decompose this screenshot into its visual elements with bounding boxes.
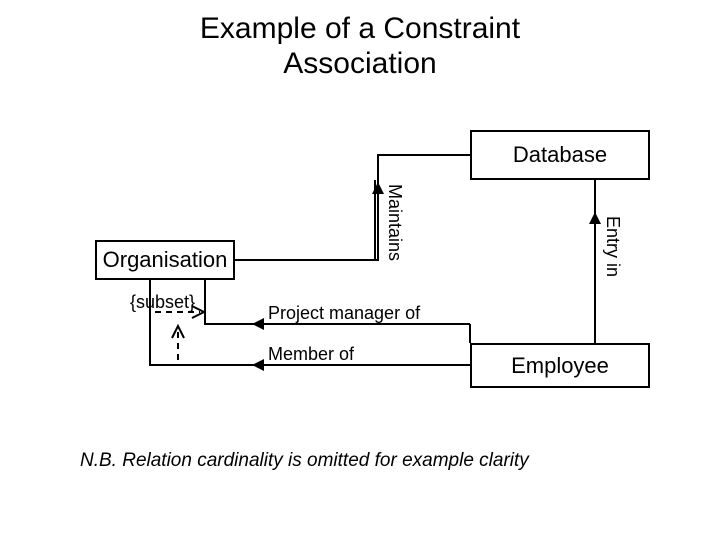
constraint-subset: {subset} bbox=[130, 292, 195, 313]
slide-title: Example of a Constraint Association bbox=[0, 12, 720, 81]
title-line-1: Example of a Constraint bbox=[200, 12, 520, 45]
assoc-member-of-label: Member of bbox=[268, 344, 354, 365]
assoc-entry-in-label: Entry in bbox=[602, 216, 623, 277]
assoc-maintains-label: Maintains bbox=[384, 184, 405, 261]
title-line-2: Association bbox=[283, 47, 436, 80]
class-organisation-label: Organisation bbox=[103, 247, 228, 273]
class-employee-label: Employee bbox=[511, 353, 609, 379]
class-employee: Employee bbox=[470, 343, 650, 388]
assoc-project-manager-of-label: Project manager of bbox=[268, 303, 420, 324]
class-database-label: Database bbox=[513, 142, 607, 168]
class-organisation: Organisation bbox=[95, 240, 235, 280]
class-database: Database bbox=[470, 130, 650, 180]
footnote: N.B. Relation cardinality is omitted for… bbox=[80, 450, 529, 472]
